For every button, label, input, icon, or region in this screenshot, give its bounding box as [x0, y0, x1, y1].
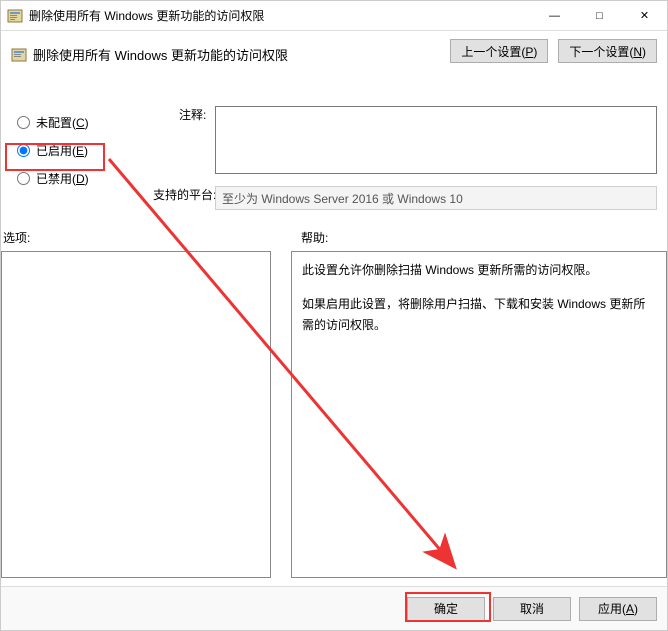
comment-textarea[interactable] [215, 106, 657, 174]
help-header: 帮助: [301, 229, 328, 246]
radio-enabled-label: 已启用(E) [36, 142, 88, 159]
radio-enabled-input[interactable] [17, 144, 30, 157]
help-paragraph-1: 此设置允许你删除扫描 Windows 更新所需的访问权限。 [302, 260, 656, 280]
help-paragraph-2: 如果启用此设置，将删除用户扫描、下载和安装 Windows 更新所需的访问权限。 [302, 294, 656, 335]
cancel-button[interactable]: 取消 [493, 597, 571, 621]
prev-setting-button[interactable]: 上一个设置(P) [450, 39, 548, 63]
radio-not-configured[interactable]: 未配置(C) [11, 110, 161, 134]
radio-group: 未配置(C) 已启用(E) 已禁用(D) [11, 106, 161, 194]
radio-not-configured-input[interactable] [17, 116, 30, 129]
options-pane[interactable] [1, 251, 271, 578]
radio-disabled-input[interactable] [17, 172, 30, 185]
next-setting-button[interactable]: 下一个设置(N) [558, 39, 657, 63]
close-button[interactable]: ✕ [622, 1, 667, 30]
content-area: 删除使用所有 Windows 更新功能的访问权限 上一个设置(P) 下一个设置(… [1, 31, 667, 586]
window-title: 删除使用所有 Windows 更新功能的访问权限 [29, 7, 532, 24]
group-policy-dialog: 删除使用所有 Windows 更新功能的访问权限 — □ ✕ 删除使用所有 Wi… [0, 0, 668, 631]
radio-not-configured-label: 未配置(C) [36, 114, 89, 131]
radio-enabled[interactable]: 已启用(E) [11, 138, 161, 162]
radio-disabled-label: 已禁用(D) [36, 170, 89, 187]
policy-icon [11, 47, 27, 63]
platform-label: 支持的平台: [153, 186, 216, 203]
apply-button[interactable]: 应用(A) [579, 597, 657, 621]
platform-box: 至少为 Windows Server 2016 或 Windows 10 [215, 186, 657, 210]
help-pane[interactable]: 此设置允许你删除扫描 Windows 更新所需的访问权限。 如果启用此设置，将删… [291, 251, 667, 578]
nav-buttons: 上一个设置(P) 下一个设置(N) [450, 39, 657, 63]
maximize-button[interactable]: □ [577, 1, 622, 30]
options-header: 选项: [3, 229, 30, 246]
lower-panes: 选项: 帮助: 此设置允许你删除扫描 Windows 更新所需的访问权限。 如果… [1, 251, 667, 578]
minimize-button[interactable]: — [532, 1, 577, 30]
policy-heading: 删除使用所有 Windows 更新功能的访问权限 [33, 45, 288, 64]
titlebar: 删除使用所有 Windows 更新功能的访问权限 — □ ✕ [1, 1, 667, 31]
ok-button[interactable]: 确定 [407, 597, 485, 621]
comment-label: 注释: [179, 106, 206, 123]
dialog-footer: 确定 取消 应用(A) [1, 586, 667, 630]
policy-icon [7, 8, 23, 24]
radio-disabled[interactable]: 已禁用(D) [11, 166, 161, 190]
